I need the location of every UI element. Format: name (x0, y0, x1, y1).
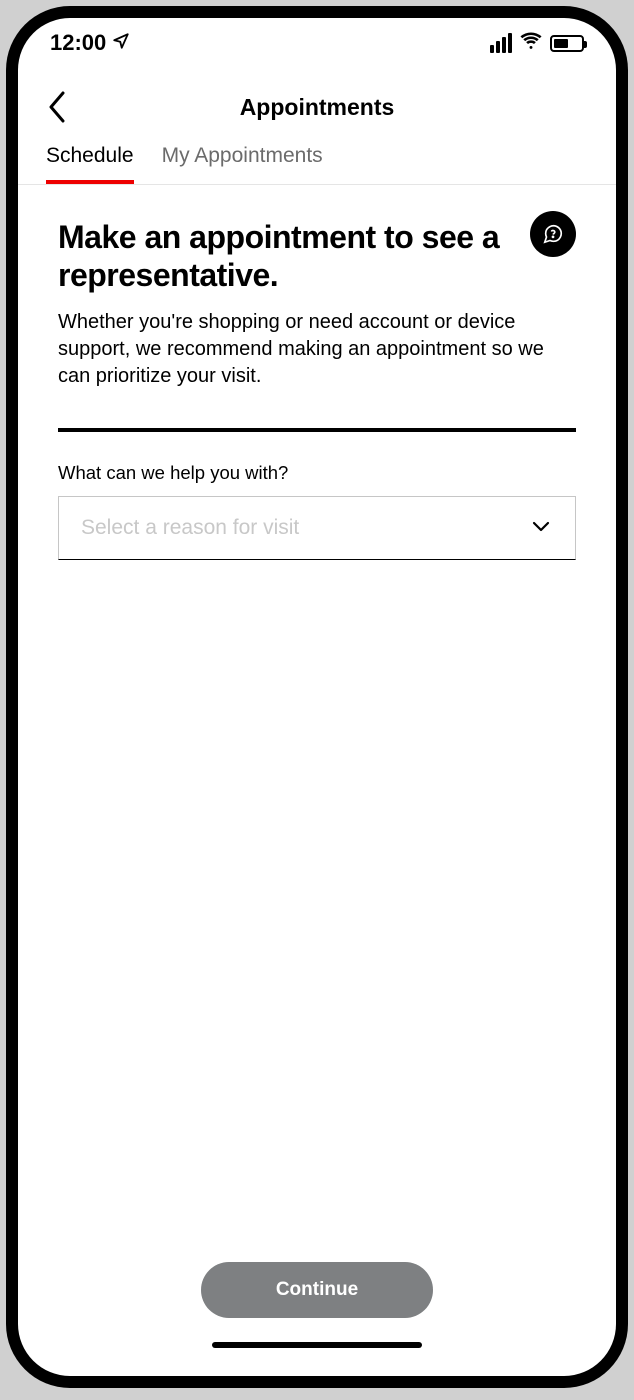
divider (58, 428, 576, 432)
reason-select[interactable]: Select a reason for visit (58, 496, 576, 560)
tab-schedule[interactable]: Schedule (46, 138, 134, 184)
location-icon (112, 30, 130, 56)
home-indicator[interactable] (212, 1342, 422, 1348)
wifi-icon (520, 29, 542, 57)
status-right (490, 29, 584, 57)
subtext: Whether you're shopping or need account … (58, 309, 576, 390)
tabs: Schedule My Appointments (18, 138, 616, 185)
reason-select-placeholder: Select a reason for visit (81, 516, 299, 540)
help-button[interactable] (530, 211, 576, 257)
chevron-down-icon (529, 514, 553, 541)
bottom-area: Continue (18, 1262, 616, 1348)
reason-label: What can we help you with? (58, 462, 576, 484)
heading: Make an appointment to see a representat… (58, 219, 576, 295)
status-bar: 12:00 (18, 18, 616, 68)
cellular-icon (490, 33, 512, 53)
battery-icon (550, 35, 584, 52)
device-frame: 12:00 Appointments Schedule My (6, 6, 628, 1388)
tab-my-appointments[interactable]: My Appointments (162, 138, 323, 184)
chat-question-icon (542, 223, 564, 245)
nav-bar: Appointments (18, 68, 616, 138)
continue-button[interactable]: Continue (201, 1262, 433, 1318)
content: Make an appointment to see a representat… (18, 185, 616, 1376)
page-title: Appointments (40, 94, 594, 121)
screen: 12:00 Appointments Schedule My (18, 18, 616, 1376)
status-left: 12:00 (50, 30, 130, 56)
status-time: 12:00 (50, 30, 106, 56)
